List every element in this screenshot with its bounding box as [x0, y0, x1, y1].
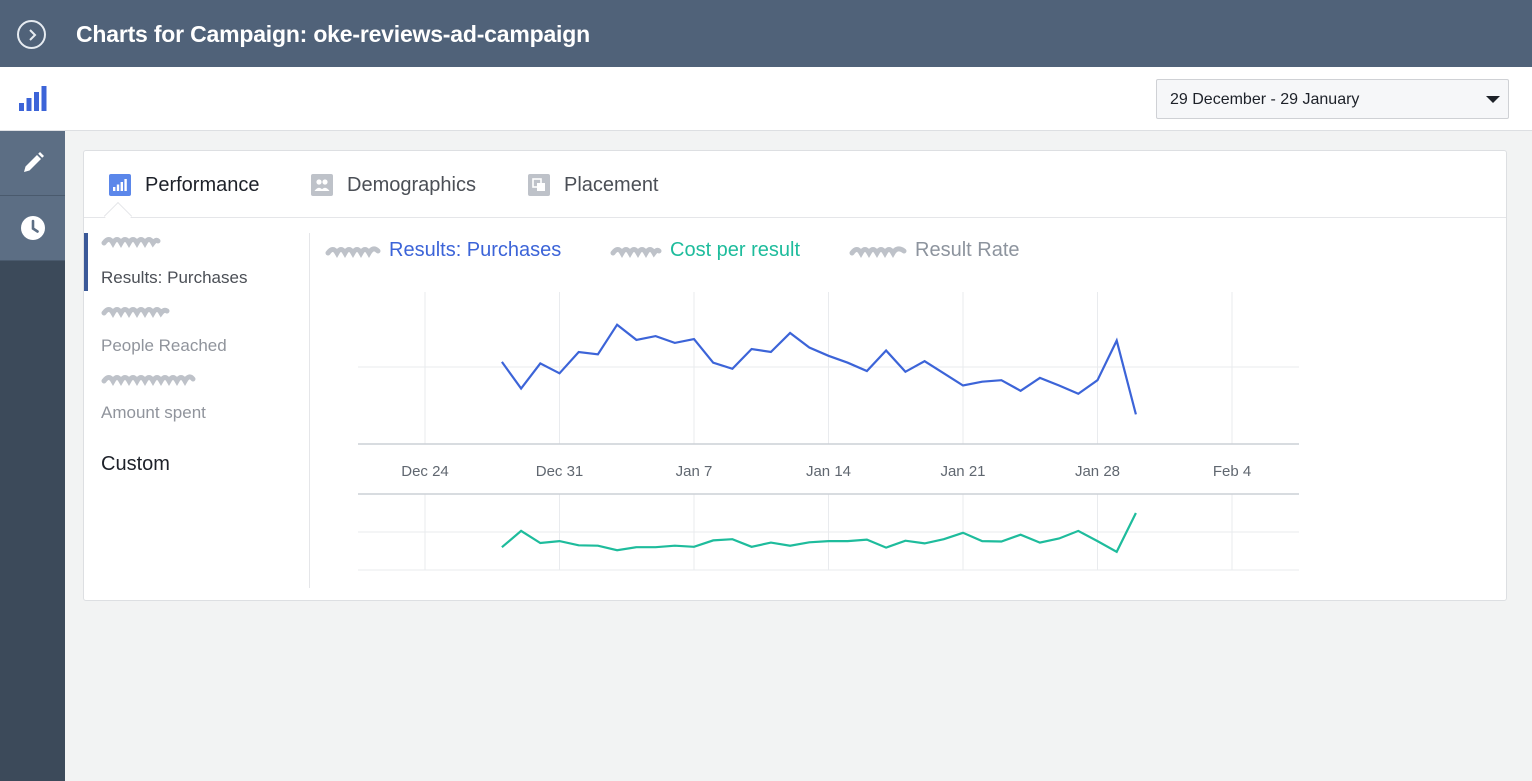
charts-nav-button[interactable] [0, 67, 65, 131]
history-nav-button[interactable] [0, 196, 65, 261]
bar-chart-icon [18, 85, 46, 111]
x-tick-label: Dec 24 [401, 463, 449, 480]
x-tick-label: Feb 4 [1213, 463, 1251, 480]
x-tick-label: Jan 21 [940, 463, 985, 480]
date-toolbar: 29 December - 29 January [65, 67, 1532, 131]
charts-card: Performance Demographics Placement Resul… [83, 150, 1507, 601]
x-tick-label: Jan 14 [806, 463, 851, 480]
x-tick-label: Jan 28 [1075, 463, 1120, 480]
date-range-value: 29 December - 29 January [1170, 91, 1360, 108]
pencil-icon [23, 152, 44, 172]
left-sidebar [0, 67, 65, 781]
series-line-results-purchases [501, 323, 1137, 415]
edit-nav-button[interactable] [0, 131, 65, 196]
performance-chart: Dec 24 Dec 31 Jan 7 Jan 14 Jan 21 Jan 28 Feb 4 [358, 292, 1299, 571]
clock-icon [20, 216, 45, 240]
x-tick-label: Dec 31 [536, 463, 584, 480]
page-title: Charts for Campaign: oke-reviews-ad-camp… [76, 21, 590, 47]
expand-sidebar-button[interactable] [17, 20, 46, 49]
chevron-right-icon [28, 28, 36, 41]
x-tick-label: Jan 7 [676, 463, 713, 480]
date-range-dropdown[interactable]: 29 December - 29 January [1156, 79, 1509, 119]
chevron-down-icon [1486, 96, 1500, 103]
top-bar: Charts for Campaign: oke-reviews-ad-camp… [0, 0, 1532, 67]
